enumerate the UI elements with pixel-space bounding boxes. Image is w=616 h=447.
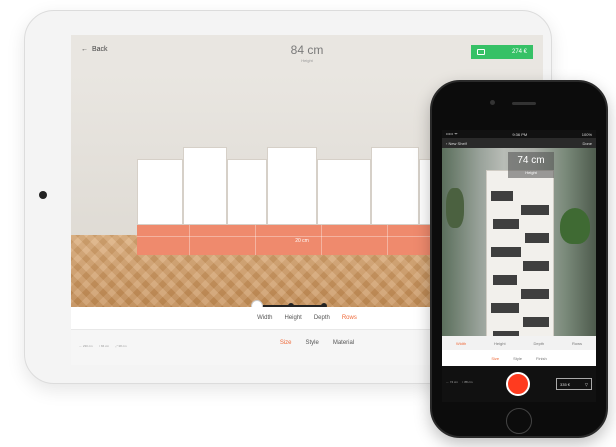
shelf-compartment <box>183 147 227 225</box>
shelf-panel <box>525 233 549 243</box>
shelf-panel <box>491 303 519 313</box>
shelf-model[interactable] <box>137 147 467 229</box>
camera-view: 74 cm Height <box>442 148 596 354</box>
price-label: 335 € <box>560 381 571 387</box>
iphone-screen: ••••• ᯤ 9:36 PM 100% ‹ New Shelf Done 74… <box>442 130 596 402</box>
shelf-compartment <box>227 159 267 225</box>
plant-background <box>560 208 590 244</box>
row-dimension-label: 20 cm <box>295 238 309 244</box>
tab-style[interactable]: Style <box>305 340 318 346</box>
shelf-panel <box>523 317 549 327</box>
signal-indicator: ••••• ᯤ <box>446 131 458 136</box>
shelf-panel <box>521 205 549 215</box>
shelf-panel <box>493 275 517 285</box>
dimension-tabs: Width Height Depth Rows <box>442 336 596 350</box>
tab-rows[interactable]: Rows <box>572 341 582 346</box>
tab-width[interactable]: Width <box>456 341 466 346</box>
tab-depth[interactable]: Depth <box>314 315 330 321</box>
ipad-top-bar: ← Back 84 cm Height 274 € <box>71 35 543 73</box>
width-summary: ⇔ 74 cm <box>446 380 459 384</box>
shelf-panel <box>493 219 519 229</box>
done-button[interactable]: Done <box>582 141 592 146</box>
shelf-panel <box>521 289 549 299</box>
tab-height[interactable]: Height <box>494 341 506 346</box>
price-cart-button[interactable]: 274 € <box>471 45 533 59</box>
tab-size[interactable]: Size <box>491 356 499 361</box>
shelf-compartment <box>317 159 371 225</box>
tab-width[interactable]: Width <box>257 315 272 321</box>
capture-button[interactable] <box>506 372 530 396</box>
tab-finish[interactable]: Finish <box>536 356 547 361</box>
shelf-compartment <box>137 159 183 225</box>
back-button[interactable]: ‹ New Shelf <box>446 141 467 146</box>
measurement-readout: 74 cm Height <box>508 152 554 178</box>
ar-shelf-model[interactable] <box>486 170 554 354</box>
shelf-compartment <box>371 147 419 225</box>
iphone-device: ••••• ᯤ 9:36 PM 100% ‹ New Shelf Done 74… <box>430 80 608 438</box>
tab-depth[interactable]: Depth <box>533 341 544 346</box>
ipad-camera-dot <box>39 191 47 199</box>
home-button[interactable] <box>506 408 532 434</box>
tab-material[interactable]: Material <box>333 340 354 346</box>
shelf-panel <box>491 247 521 257</box>
category-tabs: Size Style Finish <box>442 350 596 366</box>
shelf-panel <box>523 261 549 271</box>
measurement-value: 74 cm <box>517 155 545 166</box>
tab-height[interactable]: Height <box>284 315 301 321</box>
speaker-grille <box>512 102 536 105</box>
tab-rows[interactable]: Rows <box>342 315 357 321</box>
shelf-compartment <box>267 147 317 225</box>
battery-indicator: 100% <box>581 131 592 137</box>
cart-icon <box>477 49 485 55</box>
tab-style[interactable]: Style <box>513 356 522 361</box>
product-showcase: ← Back 84 cm Height 274 € 20 cm Width He… <box>0 0 616 447</box>
row-divider <box>137 236 467 237</box>
shelf-panel <box>491 191 513 201</box>
dimension-summary: ⇔ 74 cm ↕ 88 cm <box>446 380 473 384</box>
status-time: 9:36 PM <box>512 131 528 137</box>
plant-background <box>446 188 464 228</box>
tab-size[interactable]: Size <box>280 340 292 346</box>
highlighted-row[interactable]: 20 cm <box>137 225 467 255</box>
iphone-nav-bar: ‹ New Shelf Done <box>442 138 596 148</box>
cart-icon: ▽ <box>584 381 588 387</box>
price-cart-button[interactable]: 335 € ▽ <box>556 378 592 390</box>
status-bar: ••••• ᯤ 9:36 PM 100% <box>442 130 596 138</box>
measurement-label: Height <box>525 170 537 175</box>
height-summary: ↕ 88 cm <box>462 380 473 384</box>
front-camera <box>490 100 495 105</box>
iphone-bottom-bar: ⇔ 74 cm ↕ 88 cm 335 € ▽ <box>442 366 596 402</box>
price-label: 274 € <box>511 49 527 55</box>
